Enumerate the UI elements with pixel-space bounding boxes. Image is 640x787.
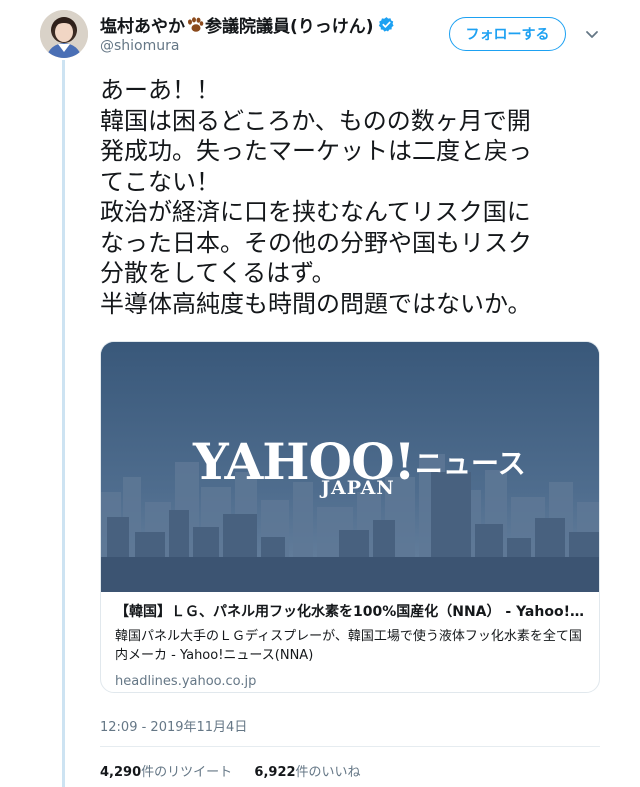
verified-badge-icon [378,16,395,33]
yahoo-logo-sub: JAPAN [319,477,395,499]
card-image: YAHOO! JAPAN ニュース [101,342,599,592]
tweet-line: なった日本。その他の分野や国もリスク [100,228,532,257]
user-display-name[interactable]: 塩村あやか 参議院議員(りっけん) [100,12,395,37]
card-title: 【韓国】ＬＧ、パネル用フッ化水素を100%国産化（NNA） - Yahoo!ニ… [115,604,587,620]
tweet-line: てこない！ [100,167,220,196]
retweet-count-value: 4,290 [100,765,142,780]
yahoo-logo-news: ニュース [415,447,526,480]
tweet-line: あーあ！！ [100,76,220,104]
paw-icon [186,16,204,33]
card-domain: headlines.yahoo.co.jp [115,674,257,689]
like-count[interactable]: 6,922件のいいね [254,765,360,780]
tweet-timestamp[interactable]: 12:09 - 2019年11月4日 [100,716,247,735]
chevron-down-icon[interactable] [584,26,600,42]
divider [100,746,600,747]
tweet-stats: 4,290件のリツイート 6,922件のいいね [100,761,361,780]
tweet-line: 韓国は困るどころか、ものの数ヶ月で開 [100,106,531,135]
user-handle[interactable]: @shiomura [100,38,179,54]
avatar-image [40,10,88,58]
like-count-label: 件のいいね [295,765,361,780]
avatar[interactable] [40,10,88,58]
follow-button[interactable]: フォローする [449,17,566,51]
tweet-line: 分散をしてくるはず。 [100,259,336,287]
card-description: 韓国パネル大手のＬＧディスプレーが、韓国工場で使う液体フッ化水素を全て国内メーカ… [115,629,582,663]
city-skyline-image: YAHOO! JAPAN ニュース [101,342,599,592]
tweet-line: 発成功。失ったマーケットは二度と戻っ [100,137,532,165]
retweet-count-label: 件のリツイート [141,765,233,780]
display-name-suffix: 参議院議員(りっけん) [205,17,374,37]
card-body: 【韓国】ＬＧ、パネル用フッ化水素を100%国産化（NNA） - Yahoo!ニ…… [115,602,587,689]
link-card[interactable]: YAHOO! JAPAN ニュース 【韓国】ＬＧ、パネル用フッ化水素を100%国… [100,341,600,693]
display-name-prefix: 塩村あやか [100,17,185,37]
thread-line [62,60,65,787]
like-count-value: 6,922 [254,765,296,780]
tweet-line: 半導体高純度も時間の問題ではないか。 [100,289,532,318]
tweet-line: 政治が経済に口を挟むなんてリスク国に [100,198,531,226]
tweet-page: 塩村あやか 参議院議員(りっけん) @shiomura フォローする あーあ！！ [0,0,640,787]
tweet-text: あーあ！！ 韓国は困るどころか、ものの数ヶ月で開 発成功。失ったマーケットは二度… [100,75,600,319]
retweet-count[interactable]: 4,290件のリツイート [100,765,232,780]
